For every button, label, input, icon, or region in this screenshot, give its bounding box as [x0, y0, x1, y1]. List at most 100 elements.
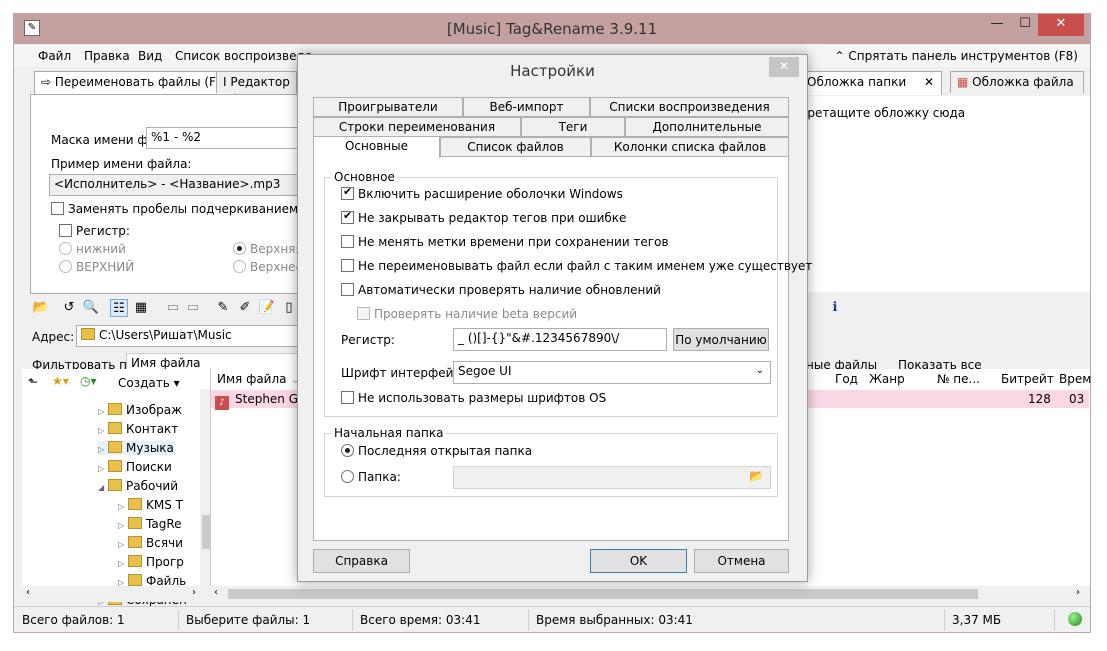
pencil-blue-icon[interactable]: ✐	[236, 299, 254, 317]
shell-extension-checkbox[interactable]	[341, 185, 354, 200]
tree-item[interactable]: ▷ Поиски	[98, 460, 172, 474]
history-icon[interactable]: ◷▾	[80, 374, 97, 388]
tree-item[interactable]: ▷ Музыка	[98, 441, 174, 455]
replace-spaces-checkbox[interactable]	[51, 202, 64, 215]
tab-file-list-columns[interactable]: Колонки списка файлов	[591, 137, 789, 157]
expand-arrow-icon[interactable]: ▷	[98, 407, 108, 416]
menu-playlist[interactable]: Список воспроизведе	[175, 49, 312, 63]
shell-extension-option[interactable]: Включить расширение оболочки Windows	[341, 185, 623, 201]
scroll-right-icon[interactable]: ›	[192, 587, 196, 598]
last-folder-option[interactable]: Последняя открытая папка	[341, 444, 532, 458]
favorites-star-icon[interactable]: ★▾	[52, 374, 69, 388]
scroll-thumb[interactable]	[228, 589, 978, 599]
address-input[interactable]: C:\Users\Ришат\Music	[76, 325, 310, 347]
edit-doc-icon[interactable]: 📝	[258, 299, 276, 317]
mask-input[interactable]: %1 - %2	[146, 127, 316, 149]
menu-view[interactable]: Вид	[138, 49, 162, 63]
close-tab-icon[interactable]: ✕	[924, 75, 934, 89]
tree-horizontal-scrollbar[interactable]: ‹ ›	[22, 586, 210, 602]
case-checkbox[interactable]	[59, 224, 72, 237]
tab-players[interactable]: Проигрыватели	[313, 97, 463, 117]
doc-icon[interactable]: ▯	[280, 299, 298, 317]
expand-arrow-icon[interactable]: ▷	[98, 464, 108, 473]
case-lower-radio[interactable]	[59, 242, 72, 255]
ok-button[interactable]: OK	[590, 549, 687, 573]
no-os-font-size-checkbox[interactable]	[341, 391, 354, 404]
tab-file-list[interactable]: Список файлов	[440, 137, 591, 157]
tree-item[interactable]: ▷ Изображ	[98, 403, 182, 417]
column-header-filename[interactable]: Имя файла ⌄	[217, 369, 300, 389]
custom-folder-radio[interactable]	[341, 470, 354, 483]
auto-update-checkbox[interactable]	[341, 283, 354, 296]
folder-path-input[interactable]: 📂	[453, 466, 771, 489]
expand-arrow-icon[interactable]: ▷	[98, 445, 108, 454]
custom-folder-option[interactable]: Папка:	[341, 470, 401, 484]
scroll-left-icon[interactable]: ‹	[214, 587, 218, 598]
menu-edit[interactable]: Правка	[84, 49, 130, 63]
tree-scroll-thumb[interactable]	[202, 515, 210, 549]
case-upper-radio[interactable]	[59, 260, 72, 273]
help-button[interactable]: Справка	[313, 549, 410, 573]
file-list-horizontal-scrollbar[interactable]: ‹ ›	[210, 586, 1090, 602]
beta-check-option[interactable]: Проверять наличие beta версий	[357, 307, 577, 321]
expand-arrow-icon[interactable]: ▷	[118, 521, 128, 530]
pencil-icon[interactable]: ✎	[214, 299, 232, 317]
open-folder-icon[interactable]: 📂	[32, 299, 50, 317]
scroll-right-icon[interactable]: ›	[1076, 587, 1080, 598]
tab-tags[interactable]: Теги	[521, 117, 625, 137]
column-header-year[interactable]: Год	[835, 369, 858, 389]
search-icon[interactable]: 🔍	[82, 299, 100, 317]
dialog-close-button[interactable]: ✕	[769, 57, 799, 77]
case-chars-input[interactable]: _ ()[]-{}"&#.1234567890\/	[453, 328, 667, 351]
case-first-upper-option[interactable]: Верхняя	[233, 242, 303, 256]
tab-playlists[interactable]: Списки воспроизведения	[590, 97, 789, 117]
case-first-upper-radio[interactable]	[233, 242, 246, 255]
tab-web-import[interactable]: Веб-импорт	[463, 97, 590, 117]
tab-file-cover[interactable]: ▦ Обложка файла	[950, 71, 1084, 93]
case-all-upper-radio[interactable]	[233, 260, 246, 273]
auto-update-option[interactable]: Автоматически проверять наличие обновлен…	[341, 283, 661, 297]
close-button[interactable]: ✕	[1038, 14, 1084, 36]
column-header-genre[interactable]: Жанр	[869, 369, 905, 389]
no-os-font-size-option[interactable]: Не использовать размеры шрифтов OS	[341, 391, 606, 405]
tab-rename-strings[interactable]: Строки переименования	[313, 117, 521, 137]
case-all-upper-option[interactable]: Верхнее	[233, 260, 303, 274]
tree-item[interactable]: ▷ Прогр	[118, 555, 184, 569]
font-select[interactable]: Segoe UI ⌄	[453, 361, 771, 384]
no-rename-existing-checkbox[interactable]	[341, 259, 354, 272]
no-close-editor-option[interactable]: Не закрывать редактор тегов при ошибке	[341, 209, 626, 225]
tree-view-icon[interactable]: ☷	[110, 299, 128, 317]
tree-item[interactable]: ▷ Контакт	[98, 422, 178, 436]
column-header-time[interactable]: Врем	[1059, 369, 1091, 389]
folder-gray-icon[interactable]: ▭	[164, 299, 182, 317]
maximize-button[interactable]: ☐	[1010, 14, 1040, 36]
cover-drop-area[interactable]: еретащите обложку сюда	[798, 96, 1090, 292]
browse-folder-icon[interactable]: 📂	[749, 469, 764, 483]
last-folder-radio[interactable]	[341, 444, 354, 457]
tree-item[interactable]: ◢ Рабочий	[98, 479, 178, 493]
expand-arrow-icon[interactable]: ▷	[118, 502, 128, 511]
tree-item[interactable]: ▷ TagRe	[118, 517, 182, 531]
tab-general[interactable]: Основные	[313, 136, 440, 158]
tree-item[interactable]: ▷ KMS T	[118, 498, 183, 512]
refresh-icon[interactable]: ↺	[60, 299, 78, 317]
keep-timestamps-option[interactable]: Не менять метки времени при сохранении т…	[341, 235, 669, 249]
menu-file[interactable]: Файл	[38, 49, 71, 63]
cancel-button[interactable]: Отмена	[694, 549, 789, 573]
expand-arrow-icon[interactable]: ▷	[118, 540, 128, 549]
folder-gray-2-icon[interactable]: ▭	[184, 299, 202, 317]
expand-arrow-icon[interactable]: ◢	[98, 483, 108, 492]
scroll-left-icon[interactable]: ‹	[26, 587, 30, 598]
create-button[interactable]: Создать ▾	[118, 376, 180, 390]
info-icon[interactable]: ℹ	[826, 299, 844, 317]
tab-folder-cover[interactable]: Обложка папки ✕	[800, 71, 942, 95]
expand-arrow-icon[interactable]: ▷	[98, 426, 108, 435]
minimize-button[interactable]: —	[982, 14, 1012, 36]
case-lower-option[interactable]: нижний	[59, 242, 126, 256]
replace-spaces-option[interactable]: Заменять пробелы подчеркиванием	[51, 202, 298, 216]
expand-arrow-icon[interactable]: ▷	[118, 559, 128, 568]
folder-up-icon[interactable]: ⬑	[28, 375, 38, 389]
column-header-track[interactable]: № пе...	[937, 369, 980, 389]
tab-editor[interactable]: Ⅰ Редактор	[216, 71, 297, 93]
default-button[interactable]: По умолчанию	[673, 328, 769, 351]
